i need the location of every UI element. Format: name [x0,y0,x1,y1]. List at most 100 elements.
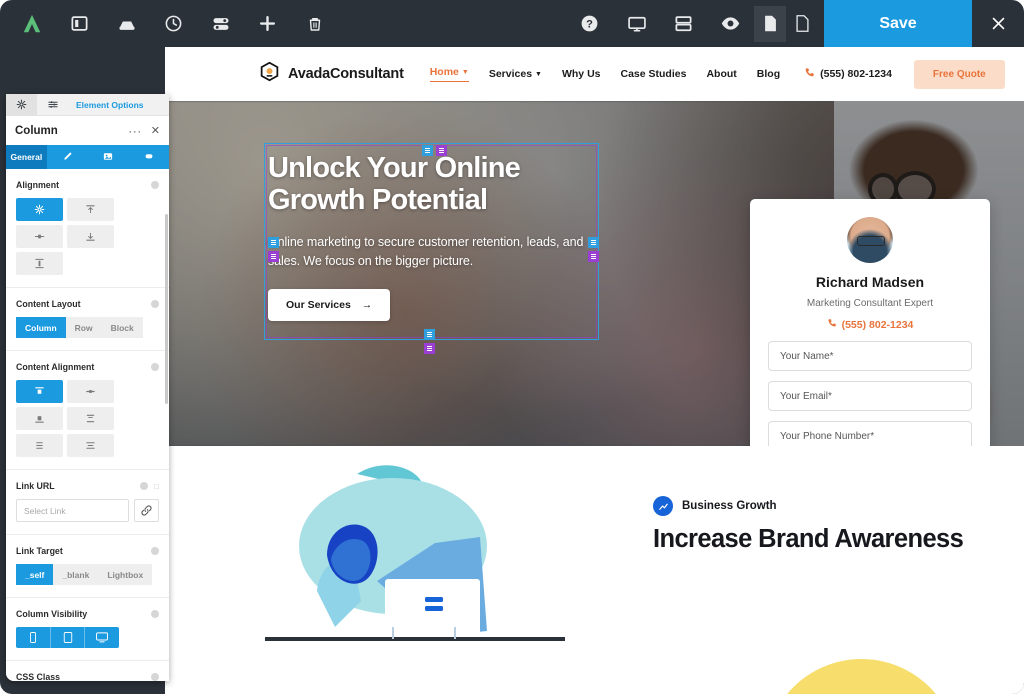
group-label: Column Visibility [16,609,88,619]
history-icon[interactable] [150,0,197,47]
nav-label: About [706,68,737,80]
link-icon[interactable] [134,499,159,522]
content-align-space-between-option[interactable] [67,407,114,430]
content-align-top-option[interactable] [16,380,63,403]
nav-item-blog[interactable]: Blog [757,68,780,80]
link-target-segmented: _self _blank Lightbox [16,564,159,585]
link-url-input[interactable]: Select Link [16,499,129,522]
lower-section: Business Growth Increase Brand Awareness [165,446,1024,694]
brush-icon [62,151,73,164]
extras-icon [143,151,155,164]
tab-general-label: General [10,152,43,162]
tab-design[interactable] [47,145,88,169]
preview-icon[interactable] [707,0,754,47]
group-header: Link Target [16,546,159,556]
save-library-icon[interactable] [103,0,150,47]
badge-label: Business Growth [682,500,777,512]
name-field[interactable]: Your Name* [768,341,972,371]
more-options-icon[interactable]: ··· [128,124,142,138]
content-align-space-evenly-option[interactable] [67,434,114,457]
help-icon[interactable] [151,300,159,308]
delete-icon[interactable] [291,0,338,47]
consultant-phone[interactable]: (555) 802-1234 [768,318,972,331]
sliders-icon[interactable] [37,94,68,116]
save-button[interactable]: Save [824,0,972,47]
group-label: Content Alignment [16,362,95,372]
responsive-desktop-icon[interactable] [613,0,660,47]
add-element-icon[interactable] [244,0,291,47]
page-view-toggle [754,5,818,42]
nav-item-services[interactable]: Services ▼ [489,68,542,80]
align-flex-end-option[interactable] [67,225,114,248]
tablet-icon[interactable] [50,627,86,648]
link-target-lightbox-option[interactable]: Lightbox [98,564,153,585]
mobile-icon[interactable] [16,627,51,648]
nav-label: Blog [756,68,781,80]
align-center-option[interactable] [16,225,63,248]
email-field-placeholder: Your Email* [780,390,832,402]
tab-general[interactable]: General [6,145,47,169]
desktop-icon[interactable] [85,627,119,648]
close-icon[interactable] [972,0,1024,47]
column-handle-right-purple[interactable] [588,251,599,262]
content-align-bottom-option[interactable] [16,407,63,430]
align-flex-start-option[interactable] [67,198,114,221]
our-services-button[interactable]: Our Services → [268,288,391,321]
phone-field[interactable]: Your Phone Number* [768,421,972,446]
content-align-space-around-option[interactable] [16,434,63,457]
content-align-middle-option[interactable] [67,380,114,403]
group-label: Link URL [16,481,55,491]
group-label: CSS Class [16,672,61,681]
builder-stage: AvadaConsultant Home ▼ Services ▼ Why Us [0,47,1024,694]
content-layout-block-option[interactable]: Block [101,317,143,338]
column-handle-left-blue[interactable] [268,237,279,248]
tab-background[interactable] [88,145,129,169]
close-panel-icon[interactable]: ✕ [151,124,160,137]
column-handle-top-purple[interactable] [436,145,447,156]
email-field[interactable]: Your Email* [768,381,972,411]
page-outline-icon[interactable] [786,6,818,42]
link-target-blank-option[interactable]: _blank [53,564,99,585]
help-icon[interactable] [140,482,149,490]
column-handle-top-blue[interactable] [422,145,433,156]
avada-logo-icon[interactable] [8,0,56,47]
header-phone[interactable]: (555) 802-1234 [804,67,892,81]
link-url-placeholder: Select Link [24,505,66,516]
column-handle-right-blue[interactable] [588,237,599,248]
column-handle-left-purple[interactable] [268,251,279,262]
help-icon[interactable] [151,673,159,681]
growth-icon [653,496,673,516]
tab-extras[interactable] [128,145,169,169]
align-stretch-option[interactable] [16,252,63,275]
page-filled-icon[interactable] [754,5,786,42]
nav-item-why-us[interactable]: Why Us [562,68,601,80]
free-quote-button[interactable]: Free Quote [913,59,1005,89]
layout-sections-icon[interactable] [660,0,707,47]
nav-item-about[interactable]: About [706,68,736,80]
nav-item-case-studies[interactable]: Case Studies [621,68,687,80]
content-layout-column-option[interactable]: Column [16,317,66,338]
brand[interactable]: AvadaConsultant [259,61,404,87]
group-link-target: Link Target _self _blank Lightbox [6,535,169,598]
consultant-name: Richard Madsen [815,274,925,290]
reset-icon[interactable]: □ [154,482,159,491]
hero-title-line2: Growth Potential [268,183,488,216]
element-options-label[interactable]: Element Options [76,100,144,110]
help-icon[interactable]: ? [566,0,613,47]
align-default-option[interactable] [16,198,63,221]
column-handle-bottom-purple[interactable] [424,343,435,354]
layout-panel-icon[interactable] [56,0,103,47]
nav-item-home[interactable]: Home ▼ [429,66,469,82]
help-icon[interactable] [151,547,159,555]
help-icon[interactable] [151,363,159,371]
global-options-icon[interactable] [197,0,244,47]
link-target-self-option[interactable]: _self [16,564,54,585]
group-header: Content Alignment [16,362,159,372]
column-handle-bottom-blue[interactable] [424,329,435,340]
our-services-label: Our Services [286,298,351,311]
help-icon[interactable] [151,610,159,618]
panel-scrollbar[interactable] [165,214,168,404]
content-layout-row-option[interactable]: Row [65,317,102,338]
gear-icon[interactable] [6,94,37,116]
help-icon[interactable] [151,181,159,189]
